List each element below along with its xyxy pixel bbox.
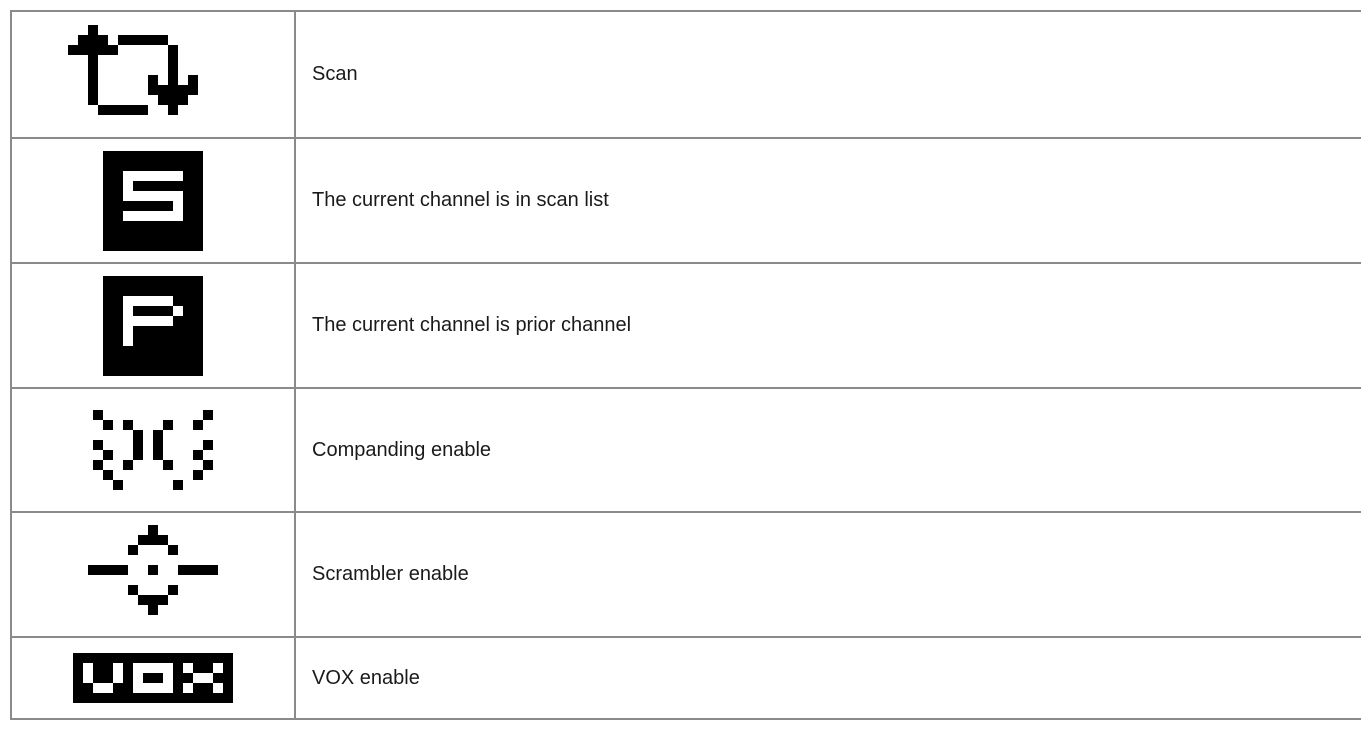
icon-cell: [10, 10, 296, 139]
icon-cell: [10, 387, 296, 513]
description-scrambler: Scrambler enable: [294, 511, 1361, 638]
table-row: The current channel is in scan list: [10, 137, 1361, 264]
compandor-icon: [93, 400, 213, 500]
description-priority: The current channel is prior channel: [294, 262, 1361, 389]
scan-list-s-icon: [103, 150, 203, 251]
vox-icon: [73, 653, 233, 703]
description-scan: Scan: [294, 10, 1361, 139]
table-row: Scan: [10, 10, 1361, 139]
table-row: The current channel is prior channel: [10, 262, 1361, 389]
table-row: VOX enable: [10, 636, 1361, 720]
icon-cell: [10, 262, 296, 389]
icon-cell: [10, 137, 296, 264]
description-compandor: Companding enable: [294, 387, 1361, 513]
scrambler-icon: [88, 524, 218, 625]
table-row: Scrambler enable: [10, 511, 1361, 638]
icon-cell: [10, 636, 296, 720]
description-scan-list: The current channel is in scan list: [294, 137, 1361, 264]
icon-cell: [10, 511, 296, 638]
priority-p-icon: [103, 275, 203, 376]
scan-arrows-icon: [68, 24, 238, 125]
description-vox: VOX enable: [294, 636, 1361, 720]
table-row: Companding enable: [10, 387, 1361, 513]
icon-legend-table: Scan The current channel is in scan list…: [10, 10, 1361, 720]
